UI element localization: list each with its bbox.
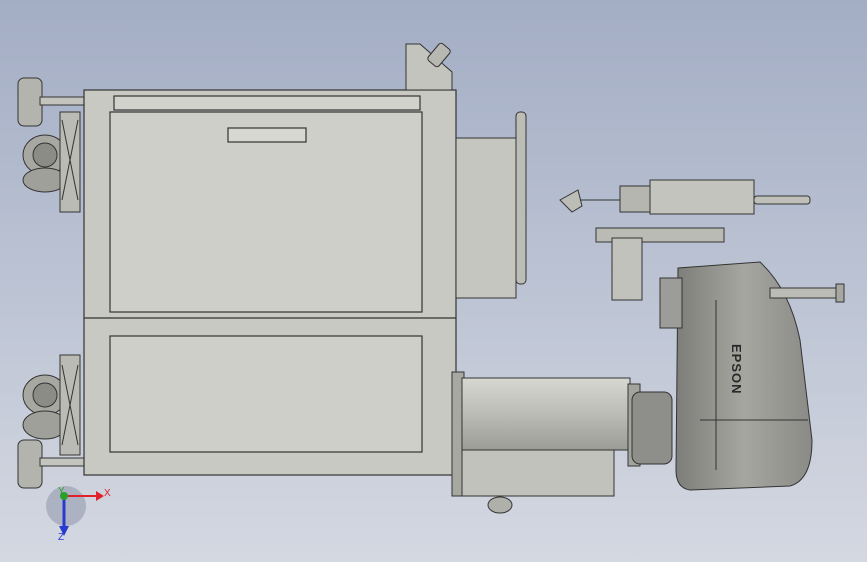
- vent-port: [405, 42, 453, 91]
- cad-drawing: EPSON X Y Z: [17, 42, 845, 543]
- side-housing: [455, 111, 527, 299]
- x-axis-arrowhead: [96, 491, 104, 501]
- y-axis-label: Y: [58, 486, 65, 497]
- caster-bottom: [17, 354, 85, 489]
- caster-top: [17, 77, 85, 213]
- robot-arm: [659, 261, 845, 491]
- motor-cylinder: [451, 371, 673, 514]
- cabinet: [83, 89, 457, 476]
- x-axis-label: X: [104, 488, 111, 499]
- brand-label: EPSON: [729, 344, 744, 395]
- cad-viewport[interactable]: EPSON X Y Z: [0, 0, 867, 562]
- coordinate-triad: X Y Z: [46, 486, 111, 543]
- z-axis-label: Z: [58, 532, 64, 543]
